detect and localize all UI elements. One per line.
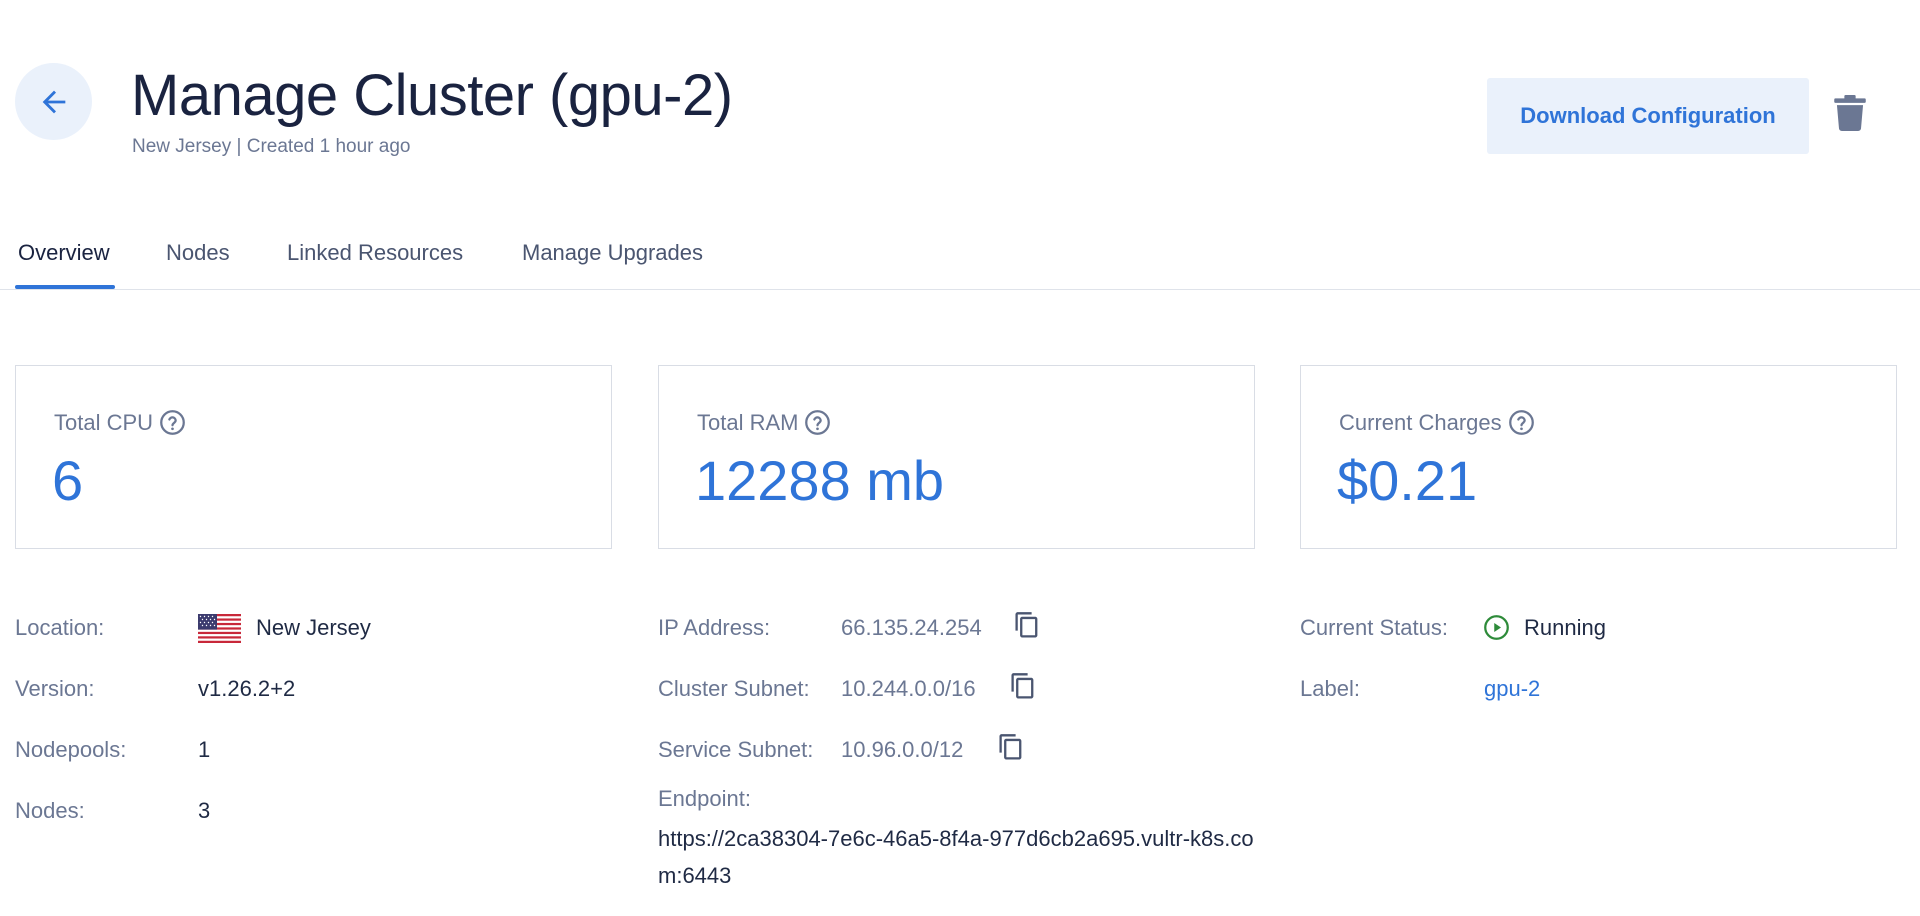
location-label: Location: xyxy=(15,615,105,640)
current-charges-label: Current Charges xyxy=(1339,409,1502,435)
nodepools-label: Nodepools: xyxy=(15,737,127,762)
total-ram-value: 12288 mb xyxy=(695,449,945,512)
back-button[interactable] xyxy=(15,63,92,140)
help-icon[interactable] xyxy=(804,409,831,436)
label-label: Label: xyxy=(1300,676,1360,701)
current-charges-label-row: Current Charges xyxy=(1339,409,1535,436)
page-subtitle: New Jersey | Created 1 hour ago xyxy=(132,136,411,157)
service-subnet-value: 10.96.0.0/12 xyxy=(841,737,964,762)
total-ram-label-row: Total RAM xyxy=(697,409,831,436)
ip-address-value: 66.135.24.254 xyxy=(841,615,982,640)
help-icon[interactable] xyxy=(159,409,186,436)
tab-bar: Overview Nodes Linked Resources Manage U… xyxy=(0,228,1920,290)
arrow-left-icon xyxy=(42,90,65,113)
endpoint-label: Endpoint: xyxy=(658,786,751,811)
label-value-link[interactable]: gpu-2 xyxy=(1484,676,1540,702)
play-circle-icon xyxy=(1484,615,1509,640)
tab-nodes[interactable]: Nodes xyxy=(166,240,230,266)
cluster-subnet-label: Cluster Subnet: xyxy=(658,676,810,701)
location-value: New Jersey xyxy=(256,615,371,640)
copy-icon[interactable] xyxy=(997,733,1025,763)
total-ram-label: Total RAM xyxy=(697,409,799,435)
delete-button[interactable] xyxy=(1834,95,1866,131)
help-icon[interactable] xyxy=(1508,409,1535,436)
nodes-label: Nodes: xyxy=(15,798,85,823)
ip-address-label: IP Address: xyxy=(658,615,771,640)
total-cpu-label-row: Total CPU xyxy=(54,409,186,436)
total-cpu-label: Total CPU xyxy=(54,409,154,435)
current-status-value: Running xyxy=(1524,615,1606,640)
page-title: Manage Cluster (gpu-2) xyxy=(131,63,733,128)
total-cpu-value: 6 xyxy=(52,449,84,512)
current-status-label: Current Status: xyxy=(1300,615,1448,640)
us-flag-icon xyxy=(198,614,241,643)
tab-linked-resources[interactable]: Linked Resources xyxy=(287,240,463,266)
endpoint-value: https://2ca38304-7e6c-46a5-8f4a-977d6cb2… xyxy=(658,826,1254,888)
tab-manage-upgrades[interactable]: Manage Upgrades xyxy=(522,240,703,266)
service-subnet-label: Service Subnet: xyxy=(658,737,814,762)
copy-icon[interactable] xyxy=(1013,611,1041,641)
nodes-value: 3 xyxy=(198,798,211,823)
tab-overview[interactable]: Overview xyxy=(18,240,110,266)
trash-icon xyxy=(1834,95,1866,131)
nodepools-value: 1 xyxy=(198,737,211,762)
version-value: v1.26.2+2 xyxy=(198,676,296,701)
version-label: Version: xyxy=(15,676,95,701)
current-charges-card: Current Charges $0.21 xyxy=(1300,365,1897,549)
active-tab-indicator xyxy=(15,285,115,289)
download-configuration-button[interactable]: Download Configuration xyxy=(1487,78,1809,154)
current-charges-value: $0.21 xyxy=(1337,449,1478,512)
copy-icon[interactable] xyxy=(1009,672,1037,702)
total-ram-card: Total RAM 12288 mb xyxy=(658,365,1255,549)
cluster-subnet-value: 10.244.0.0/16 xyxy=(841,676,976,701)
total-cpu-card: Total CPU 6 xyxy=(15,365,612,549)
